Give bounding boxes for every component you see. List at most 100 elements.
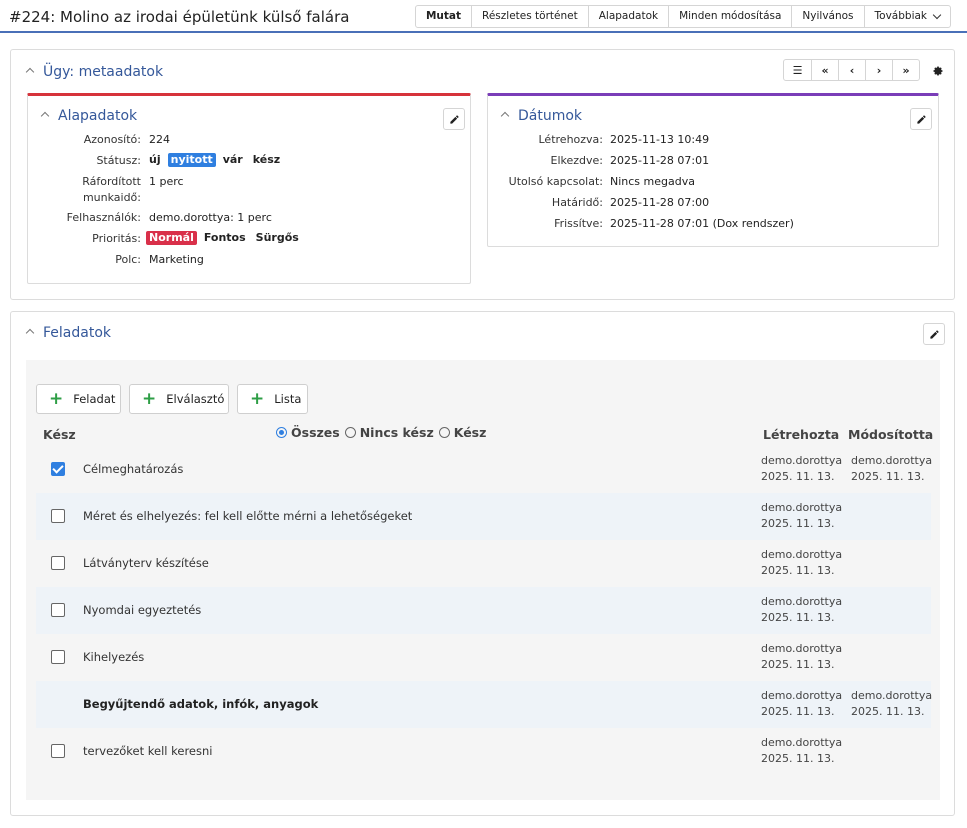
gear-icon[interactable]	[927, 60, 949, 82]
view-tabs: Mutat Részletes történet Alapadatok Mind…	[414, 5, 951, 28]
created-by-user: demo.dorottya	[761, 454, 843, 467]
last-icon[interactable]: »	[892, 60, 919, 80]
next-icon[interactable]: ›	[865, 60, 892, 80]
list-icon[interactable]: ☰	[784, 60, 811, 80]
status-option-var[interactable]: vár	[220, 153, 246, 167]
task-modified-by: demo.dorottya 2025. 11. 13.	[851, 688, 932, 720]
top-bar: #224: Molino az irodai épületünk külső f…	[0, 0, 967, 33]
tab-nyilvanos[interactable]: Nyilvános	[791, 6, 863, 27]
tasks-title-text: Feladatok	[43, 325, 111, 341]
last-contact-label: Utolsó kapcsolat:	[508, 175, 603, 188]
created-by-user: demo.dorottya	[761, 736, 843, 749]
filter-all-label[interactable]: Összes	[291, 425, 340, 440]
task-label[interactable]: Kihelyezés	[83, 650, 144, 664]
metadata-title-text: Ügy: metaadatok	[43, 64, 164, 80]
tab-alapadatok[interactable]: Alapadatok	[587, 6, 668, 27]
task-row: Célmeghatározás demo.dorottya 2025. 11. 13…	[36, 446, 933, 493]
edit-icon[interactable]	[923, 323, 945, 345]
task-row: Méret és elhelyezés: fel kell előtte mér…	[36, 493, 931, 540]
started-label: Elkezdve:	[550, 154, 604, 167]
created-date: 2025. 11. 13.	[761, 658, 835, 671]
filter-done-label[interactable]: Kész	[454, 425, 487, 440]
plus-icon: +	[49, 388, 64, 409]
created-by-user: demo.dorottya	[761, 689, 843, 702]
created-by-user: demo.dorottya	[761, 548, 843, 561]
id-value: 224	[149, 133, 170, 146]
task-created-by: demo.dorottya 2025. 11. 13.	[761, 500, 842, 532]
created-date: 2025. 11. 13.	[761, 564, 835, 577]
chevron-down-icon	[932, 10, 942, 19]
task-created-by: demo.dorottya 2025. 11. 13.	[761, 688, 842, 720]
task-created-by: demo.dorottya 2025. 11. 13.	[761, 641, 842, 673]
tasks-title[interactable]: Feladatok	[25, 325, 111, 341]
created-date: 2025. 11. 13.	[761, 611, 835, 624]
basic-data-title[interactable]: Alapadatok	[40, 108, 137, 124]
first-icon[interactable]: «	[811, 60, 838, 80]
priority-option-surgos[interactable]: Sürgős	[253, 231, 302, 245]
status-label: Státusz:	[96, 154, 141, 167]
filter-not-done-label[interactable]: Nincs kész	[360, 425, 434, 440]
filter-radio-all[interactable]	[276, 427, 287, 438]
task-checkbox[interactable]	[51, 650, 65, 664]
dates-title[interactable]: Dátumok	[500, 108, 583, 124]
modified-date: 2025. 11. 13.	[851, 470, 925, 483]
priority-label: Prioritás:	[92, 232, 141, 245]
task-label[interactable]: tervezőket kell keresni	[83, 744, 212, 758]
created-by-user: demo.dorottya	[761, 501, 843, 514]
id-label: Azonosító:	[83, 133, 141, 146]
basic-data-card: Alapadatok Azonosító: 224 Státusz: új nyi…	[27, 93, 471, 284]
created-date: 2025. 11. 13.	[761, 517, 835, 530]
add-list-button[interactable]: + Lista	[237, 384, 308, 414]
edit-icon[interactable]	[910, 108, 932, 130]
priority-option-fontos[interactable]: Fontos	[201, 231, 249, 245]
task-checkbox[interactable]	[51, 603, 65, 617]
filter-radio-done[interactable]	[438, 427, 450, 438]
edit-icon[interactable]	[443, 108, 465, 130]
deadline-label: Határidő:	[551, 196, 603, 209]
task-created-by: demo.dorottya 2025. 11. 13.	[761, 594, 842, 626]
created-value: 2025-11-13 10:49	[610, 133, 710, 146]
status-option-nyitott[interactable]: nyitott	[167, 153, 216, 167]
add-task-label: Feladat	[73, 392, 116, 406]
task-checkbox[interactable]	[51, 556, 65, 570]
prev-icon[interactable]: ‹	[838, 60, 865, 80]
task-checkbox[interactable]	[51, 462, 65, 476]
created-date: 2025. 11. 13.	[761, 470, 835, 483]
last-contact-value: Nincs megadva	[610, 175, 695, 188]
created-by-user: demo.dorottya	[761, 642, 843, 655]
collapse-icon	[500, 111, 510, 121]
modified-by-user: demo.dorottya	[851, 454, 933, 467]
add-separator-button[interactable]: + Elválasztó	[129, 384, 229, 414]
dates-title-text: Dátumok	[518, 108, 583, 124]
task-label[interactable]: Méret és elhelyezés: fel kell előtte mér…	[83, 509, 412, 523]
tab-mutat[interactable]: Mutat	[416, 6, 471, 27]
add-task-button[interactable]: + Feladat	[36, 384, 121, 414]
task-created-by: demo.dorottya 2025. 11. 13.	[761, 547, 842, 579]
filter-radio-not-done[interactable]	[344, 427, 356, 438]
modified-by-user: demo.dorottya	[851, 689, 933, 702]
tab-minden-modositasa[interactable]: Minden módosítása	[668, 6, 791, 27]
task-row: Nyomdai egyeztetés demo.dorottya 2025. 11.…	[36, 587, 931, 634]
add-separator-label: Elválasztó	[166, 392, 225, 406]
created-date: 2025. 11. 13.	[761, 705, 835, 718]
task-checkbox[interactable]	[51, 509, 65, 523]
task-created-by: demo.dorottya 2025. 11. 13.	[761, 453, 842, 485]
col-modified-by-header: Módosította	[848, 427, 934, 442]
tab-tovabbiak[interactable]: Továbbiak	[863, 6, 950, 27]
plus-icon: +	[142, 388, 157, 409]
status-option-kesz[interactable]: kész	[250, 153, 283, 167]
priority-option-normal[interactable]: Normál	[146, 231, 197, 245]
tab-reszletes-tortenet[interactable]: Részletes történet	[471, 6, 588, 27]
metadata-panel-title[interactable]: Ügy: metaadatok	[25, 64, 164, 80]
created-label: Létrehozva:	[538, 133, 604, 146]
task-row: Begyűjtendő adatok, infók, anyagok demo.d…	[36, 681, 932, 728]
task-label[interactable]: Célmeghatározás	[83, 462, 183, 476]
status-option-uj[interactable]: új	[146, 153, 164, 167]
plus-icon: +	[250, 388, 265, 409]
separator-label[interactable]: Begyűjtendő adatok, infók, anyagok	[83, 697, 318, 711]
task-label[interactable]: Nyomdai egyeztetés	[83, 603, 201, 617]
task-checkbox[interactable]	[51, 744, 65, 758]
shelf-label: Polc:	[115, 253, 141, 266]
task-label[interactable]: Látványterv készítése	[83, 556, 209, 570]
task-row: Látványterv készítése demo.dorottya 2025. …	[36, 540, 931, 587]
